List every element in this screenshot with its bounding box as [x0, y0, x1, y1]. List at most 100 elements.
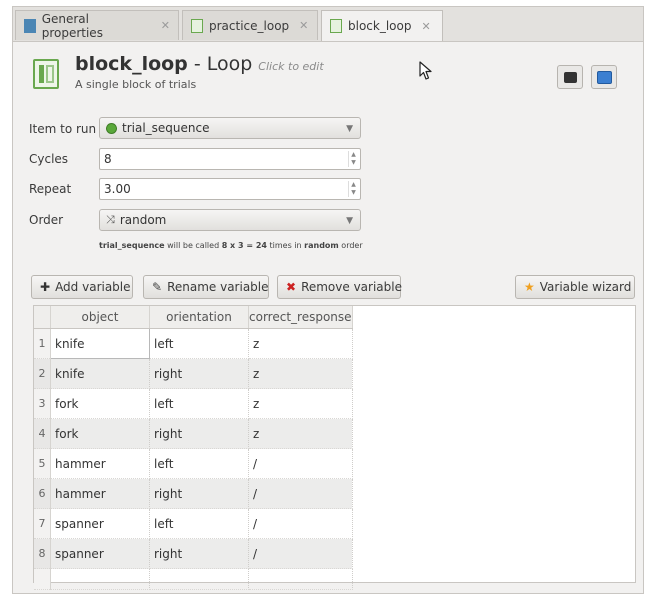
terminal-icon [563, 71, 577, 83]
table-cell[interactable]: left [149, 388, 249, 419]
pencil-icon: ✎ [152, 280, 163, 294]
help-icon [596, 70, 612, 84]
cycles-spinbox[interactable]: 8 ▲ ▼ [99, 148, 361, 170]
row-number: 4 [34, 418, 51, 449]
cycles-label: Cycles [29, 152, 69, 166]
table-cell[interactable]: right [149, 418, 249, 449]
row-number: 7 [34, 508, 51, 539]
table-cell[interactable]: z [248, 328, 353, 359]
tab-practice-loop[interactable]: practice_loop ✕ [182, 10, 318, 40]
close-tab-icon[interactable]: ✕ [299, 19, 308, 32]
close-tab-icon[interactable]: ✕ [421, 20, 430, 33]
item-to-run-value: trial_sequence [122, 121, 210, 135]
column-header-orientation[interactable]: orientation [149, 306, 249, 329]
table-row[interactable]: 1 knife left z [34, 328, 353, 359]
repeat-value: 3.00 [104, 182, 131, 196]
variable-wizard-label: Variable wizard [539, 280, 632, 294]
table-row[interactable]: 5 hammer left / [34, 448, 353, 479]
table-cell[interactable]: right [149, 358, 249, 389]
table-cell[interactable]: z [248, 388, 353, 419]
table-cell[interactable]: right [149, 478, 249, 509]
table-cell[interactable]: spanner [50, 508, 150, 539]
table-cell[interactable]: knife [50, 328, 150, 359]
table-cell[interactable] [248, 568, 353, 590]
tab-general-properties[interactable]: General properties ✕ [15, 10, 179, 40]
spin-arrows-icon[interactable]: ▲ ▼ [348, 151, 358, 167]
order-label: Order [29, 213, 64, 227]
remove-icon: ✖ [286, 280, 297, 294]
table-cell[interactable]: spanner [50, 538, 150, 569]
variable-wizard-button[interactable]: ★ Variable wizard [515, 275, 635, 299]
column-header-correct-response[interactable]: correct_response [248, 306, 353, 329]
table-row[interactable]: 2 knife right z [34, 358, 353, 389]
click-to-edit-hint: Click to edit [258, 60, 324, 73]
remove-variable-label: Remove variable [301, 280, 402, 294]
loop-table[interactable]: object orientation correct_response 1 kn… [33, 305, 636, 590]
row-number-header [34, 306, 51, 329]
loop-editor-panel: General properties ✕ practice_loop ✕ blo… [12, 6, 644, 594]
cycles-value: 8 [104, 152, 112, 166]
table-cell[interactable]: / [248, 478, 353, 509]
table-cell[interactable] [50, 568, 150, 590]
row-number [34, 568, 51, 590]
row-number: 6 [34, 478, 51, 509]
tab-block-loop[interactable]: block_loop ✕ [321, 10, 443, 41]
row-number: 3 [34, 388, 51, 419]
table-cell[interactable]: fork [50, 388, 150, 419]
table-cell[interactable]: left [149, 508, 249, 539]
chevron-down-icon: ▼ [346, 124, 353, 134]
order-select[interactable]: ⤨ random ▼ [99, 209, 361, 231]
item-name: block_loop [75, 53, 188, 75]
rename-variable-button[interactable]: ✎ Rename variable [143, 275, 269, 299]
table-row[interactable]: 6 hammer right / [34, 478, 353, 509]
add-variable-label: Add variable [55, 280, 131, 294]
item-description[interactable]: A single block of trials [75, 78, 196, 91]
mouse-cursor-icon [419, 61, 432, 80]
help-button[interactable] [591, 65, 617, 89]
table-cell[interactable]: / [248, 538, 353, 569]
close-tab-icon[interactable]: ✕ [161, 19, 170, 32]
table-cell[interactable] [149, 568, 249, 590]
order-value: random [119, 213, 167, 227]
cycle-summary: trial_sequence will be called 8 x 3 = 24… [99, 241, 363, 250]
table-cell[interactable]: z [248, 358, 353, 389]
table-row[interactable]: 4 fork right z [34, 418, 353, 449]
table-header-row: object orientation correct_response [34, 306, 353, 329]
item-to-run-select[interactable]: trial_sequence ▼ [99, 117, 361, 139]
table-cell[interactable]: / [248, 508, 353, 539]
table-row[interactable]: 8 spanner right / [34, 538, 353, 569]
table-cell[interactable]: left [149, 448, 249, 479]
tab-label: General properties [41, 11, 103, 40]
sequence-icon [106, 122, 117, 134]
table-row[interactable]: 3 fork left z [34, 388, 353, 419]
table-cell[interactable]: hammer [50, 448, 150, 479]
table-cell[interactable]: / [248, 448, 353, 479]
tab-bar: General properties ✕ practice_loop ✕ blo… [13, 7, 643, 42]
loop-icon [191, 18, 203, 33]
row-number: 8 [34, 538, 51, 569]
table-cell[interactable]: knife [50, 358, 150, 389]
row-number: 5 [34, 448, 51, 479]
row-number: 2 [34, 358, 51, 389]
item-title[interactable]: block_loop - Loop Click to edit [75, 53, 324, 75]
table-cell[interactable]: left [149, 328, 249, 359]
chevron-down-icon: ▼ [346, 216, 353, 226]
spin-arrows-icon[interactable]: ▲ ▼ [348, 181, 358, 197]
rename-variable-label: Rename variable [167, 280, 269, 294]
table-row[interactable]: 7 spanner left / [34, 508, 353, 539]
table-cell[interactable]: hammer [50, 478, 150, 509]
wizard-star-icon: ★ [524, 280, 535, 294]
table-cell[interactable]: right [149, 538, 249, 569]
empty-row[interactable] [34, 568, 353, 590]
column-header-object[interactable]: object [50, 306, 150, 329]
table-cell[interactable]: fork [50, 418, 150, 449]
tab-label: block_loop [348, 19, 412, 33]
table-cell[interactable]: z [248, 418, 353, 449]
remove-variable-button[interactable]: ✖ Remove variable [277, 275, 402, 299]
tab-label: practice_loop [209, 18, 290, 33]
script-view-button[interactable] [557, 65, 583, 89]
add-variable-button[interactable]: ✚ Add variable [31, 275, 133, 299]
repeat-spinbox[interactable]: 3.00 ▲ ▼ [99, 178, 361, 200]
loop-icon [330, 19, 342, 33]
shuffle-icon: ⤨ [106, 213, 115, 226]
